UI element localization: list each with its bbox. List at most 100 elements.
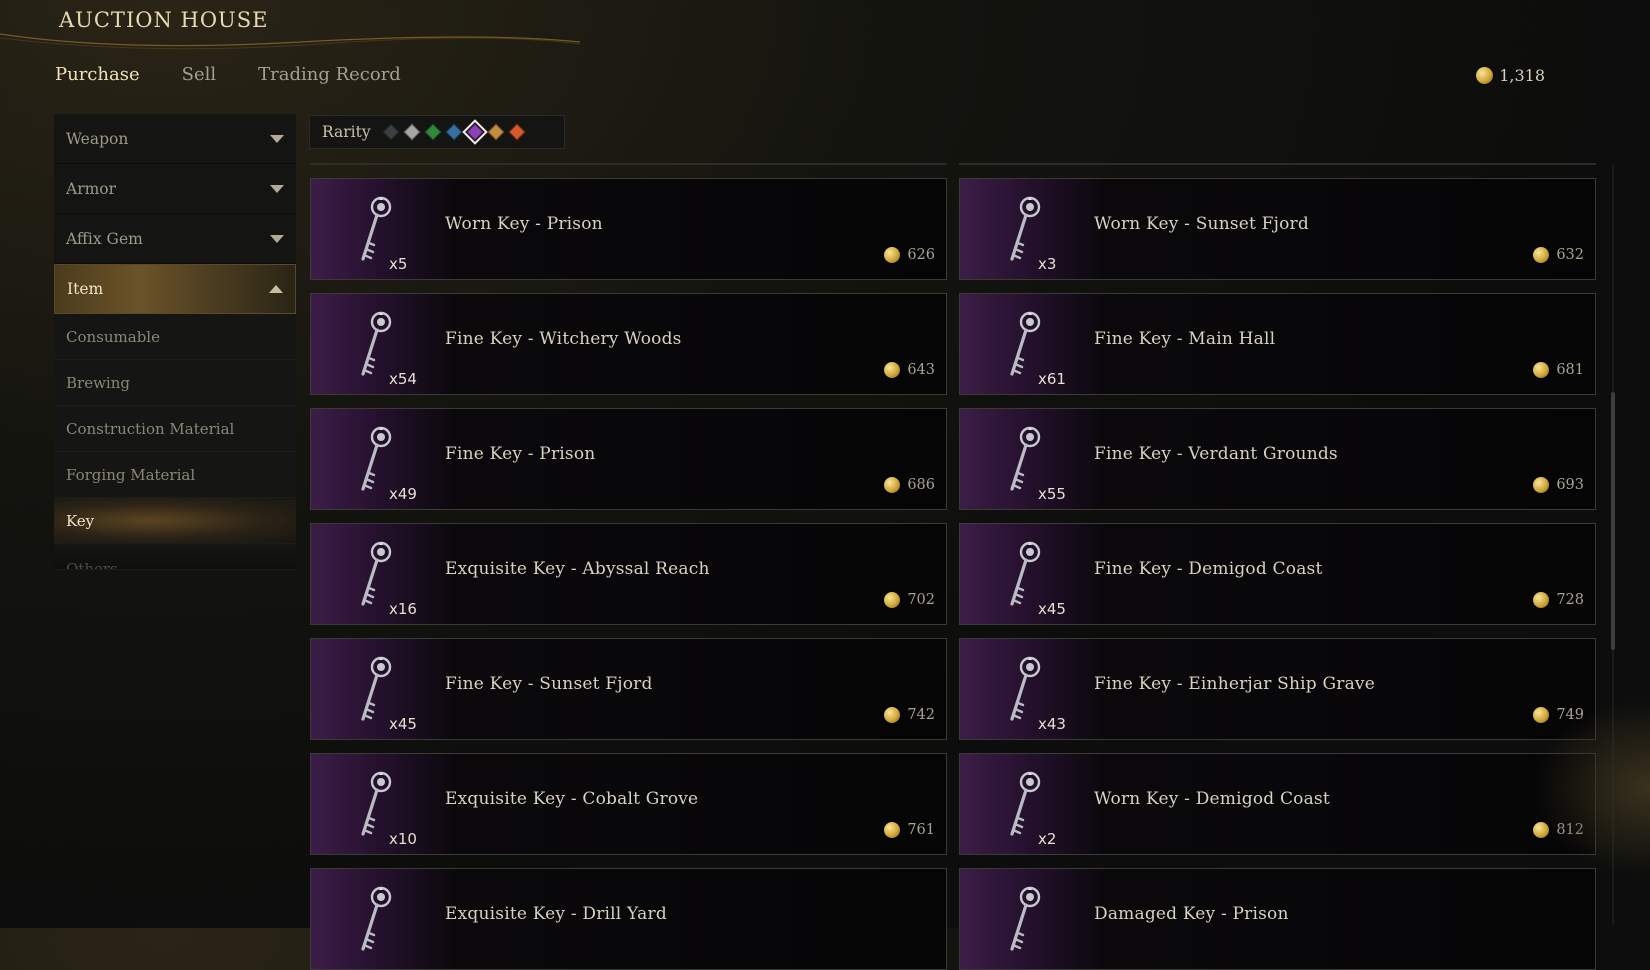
gold-coin-icon xyxy=(1476,67,1494,84)
currency-display: 1,318 xyxy=(1476,66,1545,85)
price-value: 681 xyxy=(1556,362,1584,378)
rarity-gem-icon[interactable] xyxy=(445,123,463,141)
listing-card[interactable]: x43 Fine Key - Einherjar Ship Grave 749 xyxy=(959,638,1596,740)
listing-card[interactable]: x61 Fine Key - Main Hall 681 xyxy=(959,293,1596,395)
listing-price: 626 xyxy=(884,247,935,263)
listing-price: 761 xyxy=(884,822,935,838)
listing-card[interactable]: x55 Fine Key - Verdant Grounds 693 xyxy=(959,408,1596,510)
listing-card[interactable]: Exquisite Key - Drill Yard xyxy=(310,868,947,970)
gold-coin-icon xyxy=(1533,247,1550,263)
listing-card[interactable]: x16 Exquisite Key - Abyssal Reach 702 xyxy=(310,523,947,625)
gold-coin-icon xyxy=(1533,822,1550,838)
listing-card[interactable]: x5 Worn Key - Prison 626 xyxy=(310,178,947,280)
listing-card[interactable]: x45 Fine Key - Demigod Coast 728 xyxy=(959,523,1596,625)
rarity-gem-icon[interactable] xyxy=(403,123,421,141)
listing-price: 686 xyxy=(884,477,935,493)
listing-quantity: x10 xyxy=(389,830,417,848)
category-armor[interactable]: Armor xyxy=(54,164,296,214)
subcategory-others[interactable]: Others xyxy=(54,544,296,570)
gold-coin-icon xyxy=(884,822,901,838)
tab-trading-record[interactable]: Trading Record xyxy=(258,64,401,85)
list-top-divider xyxy=(310,163,947,165)
price-value: 686 xyxy=(907,477,935,493)
listing-name: Exquisite Key - Cobalt Grove xyxy=(445,789,699,809)
chevron-down-icon xyxy=(270,184,284,193)
rarity-gem-icon[interactable] xyxy=(382,123,400,141)
subcategory-forging-material[interactable]: Forging Material xyxy=(54,452,296,498)
subcategory-consumable[interactable]: Consumable xyxy=(54,314,296,360)
rarity-gem-icon[interactable] xyxy=(424,123,442,141)
page-title: AUCTION HOUSE xyxy=(59,8,269,32)
key-icon xyxy=(361,886,392,951)
category-label: Armor xyxy=(66,179,117,198)
rarity-gem-list xyxy=(382,119,526,145)
listing-price: 812 xyxy=(1533,822,1584,838)
listing-quantity: x61 xyxy=(1038,370,1066,388)
listing-card[interactable]: x54 Fine Key - Witchery Woods 643 xyxy=(310,293,947,395)
listing-card[interactable]: x3 Worn Key - Sunset Fjord 632 xyxy=(959,178,1596,280)
listing-quantity: x2 xyxy=(1038,830,1057,848)
rarity-gem-icon[interactable] xyxy=(487,123,505,141)
listing-price: 643 xyxy=(884,362,935,378)
listing-name: Fine Key - Verdant Grounds xyxy=(1094,444,1338,464)
listing-price: 632 xyxy=(1533,247,1584,263)
listing-name: Worn Key - Prison xyxy=(445,214,603,234)
price-value: 749 xyxy=(1556,707,1584,723)
price-value: 761 xyxy=(907,822,935,838)
listing-quantity: x55 xyxy=(1038,485,1066,503)
listing-name: Fine Key - Witchery Woods xyxy=(445,329,682,349)
listing-price: 728 xyxy=(1533,592,1584,608)
listing-price: 693 xyxy=(1533,477,1584,493)
listing-name: Fine Key - Sunset Fjord xyxy=(445,674,653,694)
listing-card[interactable]: x49 Fine Key - Prison 686 xyxy=(310,408,947,510)
listing-name: Fine Key - Einherjar Ship Grave xyxy=(1094,674,1375,694)
category-label: Affix Gem xyxy=(66,229,143,248)
listing-quantity: x43 xyxy=(1038,715,1066,733)
category-weapon[interactable]: Weapon xyxy=(54,114,296,164)
tab-purchase[interactable]: Purchase xyxy=(55,64,140,85)
listing-name: Damaged Key - Prison xyxy=(1094,904,1289,924)
listing-quantity: x5 xyxy=(389,255,408,273)
gold-coin-icon xyxy=(884,362,901,378)
gold-coin-icon xyxy=(884,477,901,493)
listing-card[interactable]: Damaged Key - Prison xyxy=(959,868,1596,970)
listing-name: Fine Key - Prison xyxy=(445,444,596,464)
scrollbar-thumb[interactable] xyxy=(1611,392,1615,650)
category-item[interactable]: Item xyxy=(54,264,296,314)
listing-name: Exquisite Key - Abyssal Reach xyxy=(445,559,710,579)
listing-quantity: x45 xyxy=(1038,600,1066,618)
tab-sell[interactable]: Sell xyxy=(182,64,217,85)
header-swoosh-decoration xyxy=(0,33,580,50)
price-value: 728 xyxy=(1556,592,1584,608)
rarity-gem-icon[interactable] xyxy=(508,123,526,141)
listing-quantity: x45 xyxy=(389,715,417,733)
gold-coin-icon xyxy=(1533,592,1550,608)
category-label: Weapon xyxy=(66,129,129,148)
listing-quantity: x16 xyxy=(389,600,417,618)
subcategory-construction-material[interactable]: Construction Material xyxy=(54,406,296,452)
listing-name: Fine Key - Main Hall xyxy=(1094,329,1276,349)
price-value: 812 xyxy=(1556,822,1584,838)
category-affix-gem[interactable]: Affix Gem xyxy=(54,214,296,264)
gold-coin-icon xyxy=(1533,707,1550,723)
rarity-label: Rarity xyxy=(322,123,371,141)
listing-name: Worn Key - Sunset Fjord xyxy=(1094,214,1309,234)
subcategory-key[interactable]: Key xyxy=(54,498,296,544)
listing-card[interactable]: x45 Fine Key - Sunset Fjord 742 xyxy=(310,638,947,740)
price-value: 632 xyxy=(1556,247,1584,263)
chevron-down-icon xyxy=(270,234,284,243)
rarity-gem-icon[interactable] xyxy=(461,119,488,145)
subcategory-brewing[interactable]: Brewing xyxy=(54,360,296,406)
listing-quantity: x54 xyxy=(389,370,417,388)
list-top-divider xyxy=(959,163,1596,165)
listing-card[interactable]: x10 Exquisite Key - Cobalt Grove 761 xyxy=(310,753,947,855)
chevron-up-icon xyxy=(269,285,283,293)
listing-quantity: x49 xyxy=(389,485,417,503)
gold-coin-icon xyxy=(884,247,901,263)
listing-card[interactable]: x2 Worn Key - Demigod Coast 812 xyxy=(959,753,1596,855)
price-value: 702 xyxy=(907,592,935,608)
listing-price: 742 xyxy=(884,707,935,723)
rarity-filter: Rarity xyxy=(309,115,565,149)
listing-name: Exquisite Key - Drill Yard xyxy=(445,904,667,924)
gold-coin-icon xyxy=(1533,362,1550,378)
